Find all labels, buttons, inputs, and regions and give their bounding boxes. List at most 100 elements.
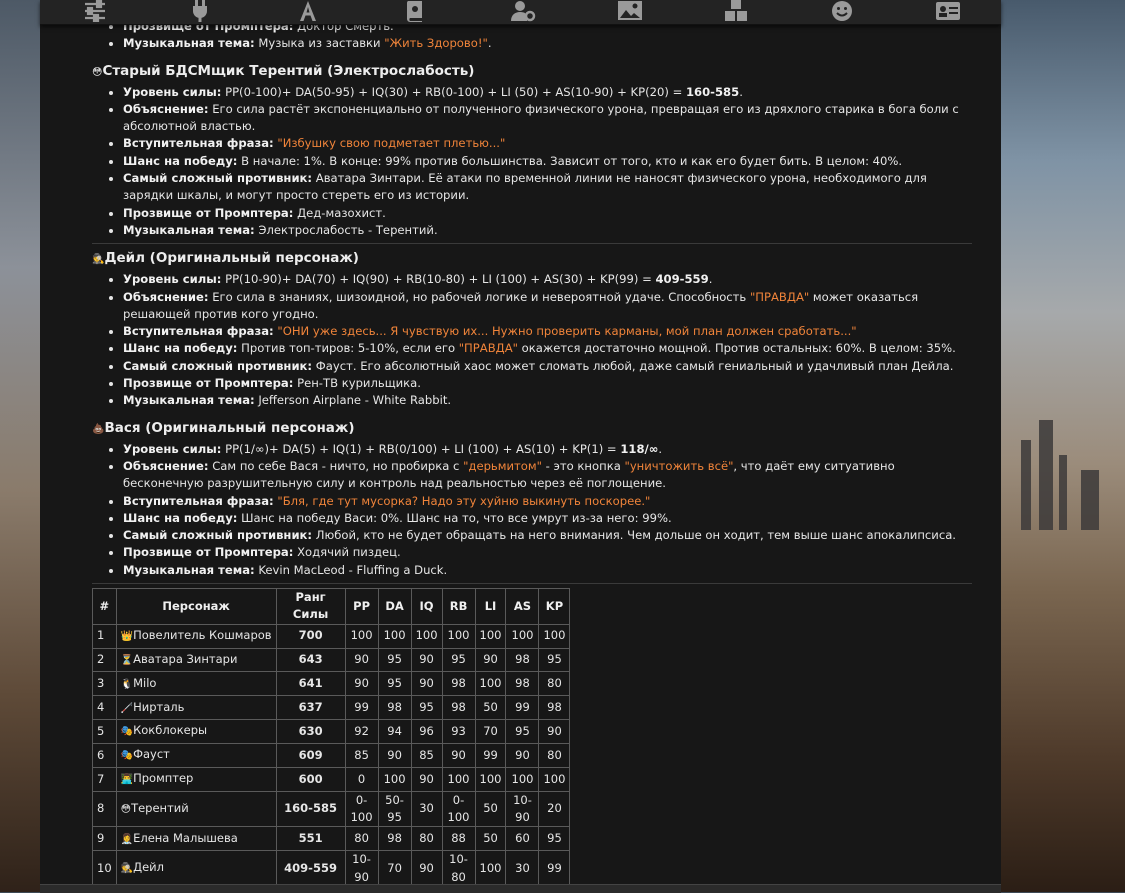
message-content: Прозвище от Промптера: Доктор Смерть. Му…: [92, 18, 972, 892]
image-icon[interactable]: [615, 0, 645, 22]
stat-cell: 50: [474, 695, 507, 721]
stat-cell: 90: [441, 743, 476, 768]
character-icon: 👑: [120, 630, 134, 642]
character-name: Елена Малышева: [133, 830, 238, 845]
character-details: Уровень силы: PP(0-100)+ DA(50-95) + IQ(…: [92, 84, 972, 240]
stat-cell: 100: [474, 671, 507, 697]
power-rank-cell: 609: [275, 743, 346, 768]
rank-cell: 9: [92, 826, 117, 852]
character-cell: 🎭Фауст: [115, 743, 277, 768]
sliders-icon[interactable]: [80, 0, 110, 22]
list-item: Объяснение: Его сила в знаниях, шизоидно…: [123, 289, 972, 324]
character-cell: 🐧Milo: [115, 671, 277, 697]
column-header: Персонаж: [115, 588, 277, 625]
character-icon: ⏳: [120, 654, 134, 666]
background-left: [0, 0, 40, 892]
stat-cell: 100: [474, 766, 507, 792]
stat-cell: 90: [410, 850, 443, 887]
stat-cell: 95: [377, 671, 412, 697]
character-icon: 🐧: [120, 678, 134, 690]
power-rank-cell: 551: [275, 826, 346, 852]
cubes-icon[interactable]: [721, 0, 751, 22]
stat-cell: 10-80: [441, 850, 476, 887]
rank-cell: 8: [92, 790, 117, 828]
stat-cell: 98: [377, 826, 412, 852]
list-item: Музыкальная тема: Kevin MacLeod - Fluffi…: [123, 562, 972, 579]
character-cell: 🦯Нирталь: [115, 695, 277, 721]
divider: [92, 583, 972, 585]
stat-cell: 90: [538, 719, 571, 745]
stat-cell: 80: [344, 826, 379, 852]
list-item: Шанс на победу: В начале: 1%. В конце: 9…: [123, 153, 972, 170]
list-item: Уровень силы: PP(0-100)+ DA(50-95) + IQ(…: [123, 84, 972, 101]
book-icon[interactable]: [400, 0, 430, 22]
character-name: Дейл: [133, 860, 164, 875]
id-card-icon[interactable]: [933, 0, 963, 22]
stat-cell: 10-90: [344, 850, 379, 887]
list-item: Уровень силы: PP(1/∞)+ DA(5) + IQ(1) + R…: [123, 441, 972, 458]
stat-cell: 70: [474, 719, 507, 745]
list-item: Вступительная фраза: "Бля, где тут мусор…: [123, 493, 972, 510]
stat-cell: 90: [410, 647, 443, 673]
stat-cell: 100: [505, 623, 540, 649]
character-details: Уровень силы: PP(10-90)+ DA(70) + IQ(90)…: [92, 271, 972, 409]
stat-cell: 95: [538, 826, 571, 852]
character-cell: 😳Терентий: [115, 790, 277, 828]
character-name: Milo: [133, 675, 157, 690]
list-item: Самый сложный противник: Аватара Зинтари…: [123, 170, 972, 205]
list-item: Прозвище от Промптера: Рен-ТВ курильщика…: [123, 375, 972, 392]
detective-icon: 🕵: [92, 254, 105, 266]
stat-cell: 85: [410, 743, 443, 768]
table-row: 6 🎭Фауст 609 85 90 85 90 99 90 80: [92, 743, 571, 768]
table-row: 4 🦯Нирталь 637 99 98 95 98 50 99 98: [92, 695, 571, 721]
column-header: AS: [505, 588, 540, 625]
character-name: Аватара Зинтари: [133, 651, 238, 666]
rank-cell: 5: [92, 719, 117, 745]
stat-cell: 0-100: [441, 790, 476, 828]
list-item: Музыкальная тема: Jefferson Airplane - W…: [123, 392, 972, 409]
stat-cell: 93: [441, 719, 476, 745]
list-item: Вступительная фраза: "Избушку свою подме…: [123, 135, 972, 152]
user-gear-icon[interactable]: [508, 0, 538, 22]
power-rank-cell: 643: [275, 647, 346, 673]
list-item: Самый сложный противник: Фауст. Его абсо…: [123, 358, 972, 375]
character-icon: 👨‍💻: [120, 774, 134, 786]
stat-cell: 88: [441, 826, 476, 852]
stat-cell: 98: [441, 671, 476, 697]
list-item: Самый сложный противник: Любой, кто не б…: [123, 527, 972, 544]
list-item: Объяснение: Сам по себе Вася - ничто, но…: [123, 458, 972, 493]
column-header: #: [92, 588, 117, 625]
stat-cell: 99: [538, 850, 571, 887]
stat-cell: 80: [538, 743, 571, 768]
stat-cell: 90: [505, 743, 540, 768]
smile-icon[interactable]: [827, 0, 857, 22]
stat-cell: 95: [410, 695, 443, 721]
character-cell: 👑Повелитель Кошмаров: [115, 623, 277, 649]
character-name: Промптер: [133, 771, 194, 786]
plug-icon[interactable]: [185, 0, 215, 22]
stat-cell: 96: [410, 719, 443, 745]
column-header: PP: [344, 588, 379, 625]
rank-cell: 7: [92, 766, 117, 792]
font-icon[interactable]: [293, 0, 323, 22]
stat-cell: 0-100: [344, 790, 379, 828]
rank-cell: 10: [92, 850, 117, 887]
list-item: Прозвище от Промптера: Ходячий пиздец.: [123, 544, 972, 561]
power-rank-cell: 641: [275, 671, 346, 697]
stat-cell: 100: [505, 766, 540, 792]
stat-cell: 90: [410, 766, 443, 792]
stat-cell: 30: [410, 790, 443, 828]
rank-cell: 2: [92, 647, 117, 673]
power-ranking-table: # Персонаж Ранг Силы PP DA IQ RB LI AS K…: [92, 588, 571, 892]
character-heading: 😳Старый БДСМщик Терентий (Электрослабост…: [92, 62, 475, 79]
list-item: Музыкальная тема: Музыка из заставки "Жи…: [123, 35, 972, 52]
list-item: Объяснение: Его сила растёт экспоненциал…: [123, 101, 972, 136]
character-name: Повелитель Кошмаров: [133, 627, 272, 642]
stat-cell: 100: [377, 766, 412, 792]
stat-cell: 95: [505, 719, 540, 745]
stat-cell: 92: [344, 719, 379, 745]
column-header: IQ: [410, 588, 443, 625]
power-rank-cell: 630: [275, 719, 346, 745]
power-rank-cell: 600: [275, 766, 346, 792]
stat-cell: 50-95: [377, 790, 412, 828]
